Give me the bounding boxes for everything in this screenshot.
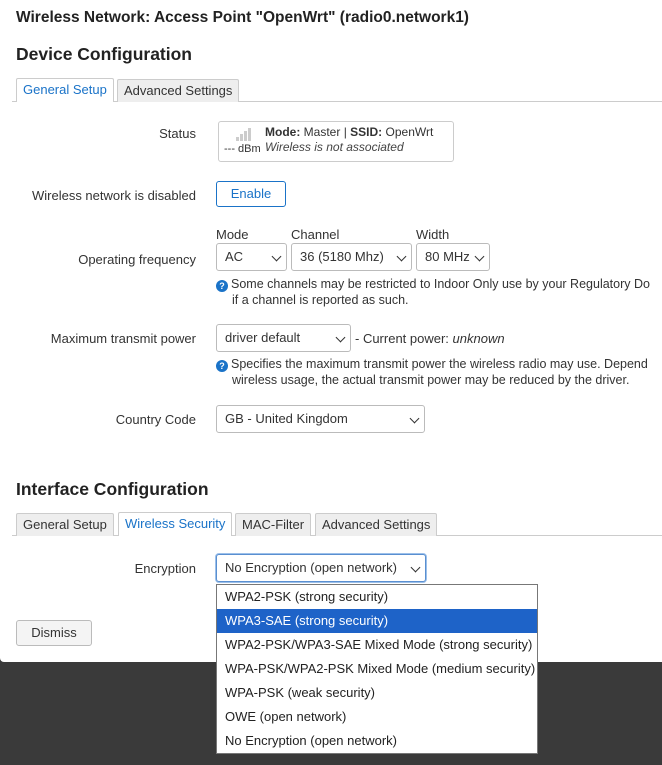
transmit-power-help-line1: Specifies the maximum transmit power the… [231, 357, 648, 371]
wireless-network-modal: Wireless Network: Access Point "OpenWrt"… [0, 0, 662, 662]
encryption-select-value: No Encryption (open network) [225, 560, 397, 575]
chevron-down-icon [474, 251, 485, 262]
ssid-value: OpenWrt [385, 125, 434, 139]
transmit-power-select-value: driver default [225, 330, 301, 345]
wireless-disabled-label: Wireless network is disabled [31, 188, 196, 203]
encryption-option[interactable]: WPA-PSK (weak security) [217, 681, 537, 705]
encryption-option[interactable]: OWE (open network) [217, 705, 537, 729]
chevron-down-icon [271, 251, 282, 262]
current-power: - Current power: unknown [355, 331, 505, 346]
transmit-power-select[interactable]: driver default [216, 324, 351, 352]
modal-title: Wireless Network: Access Point "OpenWrt"… [16, 9, 469, 26]
enable-button[interactable]: Enable [216, 181, 286, 207]
tab-wireless-security[interactable]: Wireless Security [118, 512, 233, 536]
info-circle-icon: ? [216, 280, 228, 292]
encryption-option[interactable]: WPA2-PSK/WPA3-SAE Mixed Mode (strong sec… [217, 633, 537, 657]
channel-select[interactable]: 36 (5180 Mhz) [291, 243, 412, 271]
encryption-label: Encryption [134, 561, 196, 576]
encryption-option[interactable]: WPA-PSK/WPA2-PSK Mixed Mode (medium secu… [217, 657, 537, 681]
ssid-label: SSID: [350, 125, 383, 139]
encryption-option-highlighted[interactable]: WPA3-SAE (strong security) [217, 609, 537, 633]
device-configuration-title: Device Configuration [16, 44, 192, 64]
signal-bars-icon [236, 127, 252, 141]
mode-caption: Mode [216, 227, 249, 242]
country-code-select[interactable]: GB - United Kingdom [216, 405, 425, 433]
tab-interface-advanced-settings[interactable]: Advanced Settings [315, 513, 438, 536]
channel-help: ? Some channels may be restricted to Indo… [216, 276, 650, 308]
info-circle-icon: ? [216, 360, 228, 372]
mode-select[interactable]: AC [216, 243, 287, 271]
signal-dbm: --- dBm [224, 143, 261, 155]
tab-interface-general-setup[interactable]: General Setup [16, 513, 114, 536]
chevron-down-icon [409, 413, 420, 424]
country-code-select-value: GB - United Kingdom [225, 411, 348, 426]
mode-label: Mode: [265, 125, 301, 139]
chevron-down-icon [396, 251, 407, 262]
encryption-option[interactable]: No Encryption (open network) [217, 729, 537, 753]
transmit-power-help-line2: wireless usage, the actual transmit powe… [232, 373, 630, 387]
max-transmit-power-label: Maximum transmit power [50, 331, 196, 346]
encryption-options-list: WPA2-PSK (strong security) WPA3-SAE (str… [216, 584, 538, 754]
tab-device-general-setup[interactable]: General Setup [16, 78, 114, 102]
width-caption: Width [416, 227, 450, 242]
interface-tabs: General Setup Wireless Security MAC-Filt… [12, 509, 662, 536]
status-mode-ssid: Mode: Master | SSID: OpenWrt [265, 125, 433, 139]
mode-value: Master [303, 125, 341, 139]
interface-configuration-title: Interface Configuration [16, 479, 209, 499]
width-select-value: 80 MHz [425, 249, 470, 264]
channel-help-line1: Some channels may be restricted to Indoo… [231, 277, 650, 291]
transmit-power-help: ? Specifies the maximum transmit power th… [216, 356, 648, 388]
status-separator: | [343, 125, 347, 139]
country-code-label: Country Code [115, 412, 196, 427]
chevron-down-icon [335, 332, 346, 343]
dismiss-button[interactable]: Dismiss [16, 620, 92, 646]
status-label: Status [159, 126, 196, 141]
encryption-select[interactable]: No Encryption (open network) [216, 554, 426, 582]
current-power-value: unknown [452, 331, 505, 346]
status-box: --- dBm Mode: Master | SSID: OpenWrt Wir… [218, 121, 454, 162]
mode-select-value: AC [225, 249, 244, 264]
current-power-prefix: - Current power: [355, 331, 449, 346]
width-select[interactable]: 80 MHz [416, 243, 490, 271]
tab-device-advanced-settings[interactable]: Advanced Settings [117, 79, 240, 102]
chevron-down-icon [410, 562, 421, 573]
channel-select-value: 36 (5180 Mhz) [300, 249, 384, 264]
operating-frequency-label: Operating frequency [78, 252, 196, 267]
tab-mac-filter[interactable]: MAC-Filter [235, 513, 312, 536]
channel-help-line2: if a channel is reported as such. [232, 293, 409, 307]
device-tabs: General Setup Advanced Settings [12, 75, 662, 102]
channel-caption: Channel [291, 227, 340, 242]
encryption-option[interactable]: WPA2-PSK (strong security) [217, 585, 537, 609]
association-status: Wireless is not associated [265, 140, 404, 154]
